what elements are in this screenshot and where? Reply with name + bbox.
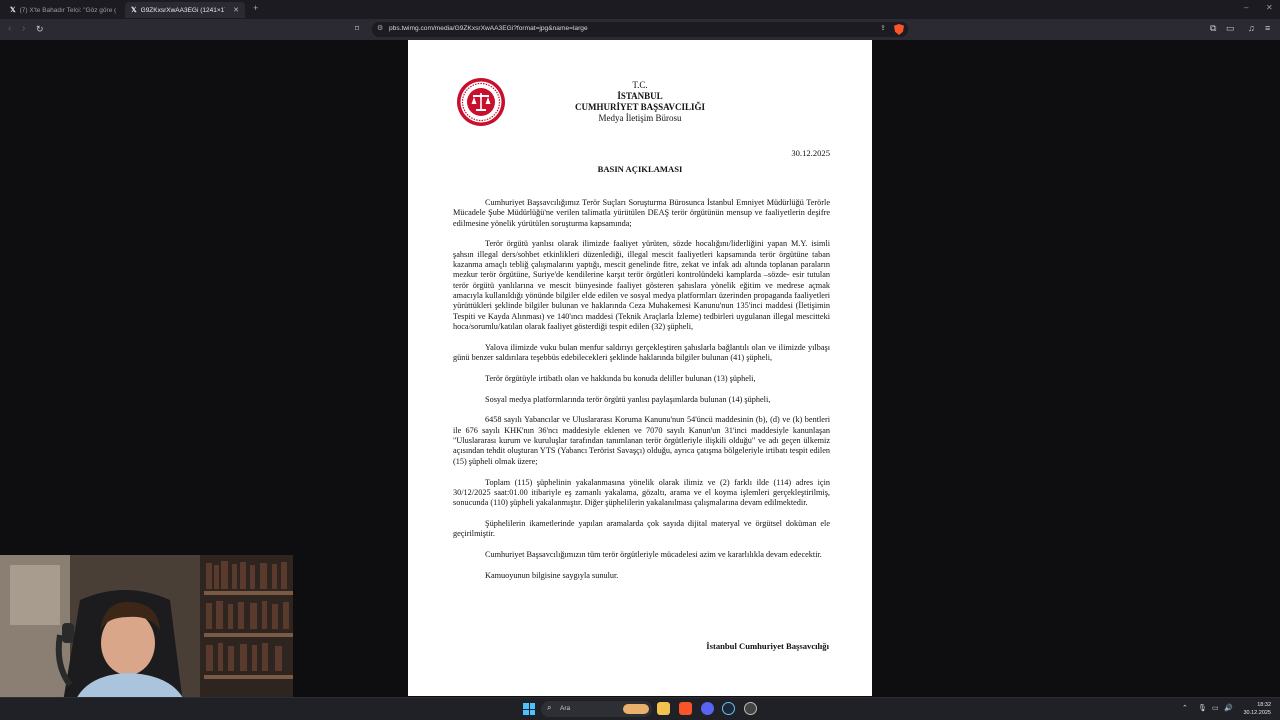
webcam-feed-image <box>0 555 293 720</box>
clock-time: 18:32 <box>1257 702 1271 708</box>
paragraph: Toplam (115) şüphelinin yakalanmasına yö… <box>453 477 830 508</box>
address-bar[interactable]: ⚙ pbs.twimg.com/media/G9ZKxsrXwAA3EGi?fo… <box>372 22 908 37</box>
steam-icon[interactable] <box>722 702 735 715</box>
microphone-icon[interactable]: 🎙 <box>1198 704 1207 712</box>
header-office: Medya İletişim Bürosu <box>598 113 682 123</box>
paragraph: 6458 sayılı Yabancılar ve Uluslararası K… <box>453 415 830 466</box>
document-date: 30.12.2025 <box>791 148 830 158</box>
brave-browser-icon[interactable] <box>679 702 692 715</box>
url-text[interactable]: pbs.twimg.com/media/G9ZKxsrXwAA3EGi?form… <box>389 25 588 32</box>
app-icon[interactable] <box>744 702 757 715</box>
extensions-icon[interactable]: ⧉ <box>1210 23 1216 34</box>
wallet-icon[interactable]: ▭ <box>1226 23 1235 34</box>
windows-start-icon[interactable] <box>523 703 535 715</box>
taskbar-search[interactable]: ⌕ Ara <box>541 701 652 717</box>
bookmark-icon[interactable]: ⌑ <box>355 24 359 33</box>
navigation-bar: ‹ › ↻ ⌑ ⚙ pbs.twimg.com/media/G9ZKxsrXwA… <box>0 19 1280 40</box>
site-info-icon[interactable]: ⚙ <box>377 24 383 32</box>
minimize-button[interactable]: – <box>1244 3 1248 12</box>
tab-strip: 𝕏 (7) X'te Bahadır Telci: "Göz göre göre… <box>0 0 1280 19</box>
chevron-up-icon[interactable]: ⌃ <box>1182 704 1188 712</box>
paragraph: Sosyal medya platformlarında terör örgüt… <box>485 394 771 404</box>
paragraph: Kamuoyunun bilgisine saygıyla sunulur. <box>485 570 619 580</box>
close-window-button[interactable]: ✕ <box>1266 3 1273 12</box>
network-icon[interactable]: ▭ <box>1212 704 1219 712</box>
header-city: İSTANBUL <box>617 91 663 101</box>
paragraph: Cumhuriyet Başsavcılığımızın tüm terör ö… <box>485 550 822 560</box>
search-icon: ⌕ <box>547 703 552 712</box>
reload-icon[interactable]: ↻ <box>36 23 44 35</box>
header-institution: CUMHURİYET BAŞSAVCILIĞI <box>575 102 705 112</box>
brave-shields-icon[interactable] <box>894 24 904 35</box>
media-icon[interactable]: ♫ <box>1248 23 1255 33</box>
header-tc: T.C. <box>632 80 648 90</box>
paragraph: Yalova ilimizde vuku bulan menfur saldır… <box>453 342 830 363</box>
clock-date: 30.12.2025 <box>1243 710 1271 716</box>
back-icon[interactable]: ‹ <box>8 23 11 35</box>
search-label: Ara <box>560 705 571 712</box>
tab-bahadir-telci[interactable]: 𝕏 (7) X'te Bahadır Telci: "Göz göre göre <box>4 2 122 18</box>
x-logo-icon: 𝕏 <box>10 7 16 14</box>
share-icon[interactable]: ⇪ <box>880 24 886 32</box>
tab-title: G9ZKxsrXwAA3EGi (1241×1755) <box>140 6 225 14</box>
forward-icon[interactable]: › <box>22 23 25 35</box>
paragraph: Terör örgütü yanlısı olarak ilimizde faa… <box>453 239 830 332</box>
search-highlight-image <box>623 704 649 714</box>
webcam-overlay <box>0 555 293 720</box>
discord-icon[interactable] <box>701 702 714 715</box>
file-explorer-icon[interactable] <box>657 702 670 715</box>
paragraph: Cumhuriyet Başsavcılığımız Terör Suçları… <box>453 198 830 228</box>
tab-image[interactable]: 𝕏 G9ZKxsrXwAA3EGi (1241×1755) ✕ <box>125 2 245 18</box>
press-release-document: T.C. İSTANBUL CUMHURİYET BAŞSAVCILIĞI Me… <box>408 40 872 696</box>
system-clock[interactable]: 18:32 30.12.2025 <box>1243 701 1271 717</box>
paragraph: Şüphelilerin ikametlerinde yapılan arama… <box>453 518 830 539</box>
x-logo-icon: 𝕏 <box>131 7 137 14</box>
new-tab-button[interactable]: + <box>253 3 258 13</box>
document-title: BASIN AÇIKLAMASI <box>597 164 683 174</box>
tab-title: (7) X'te Bahadır Telci: "Göz göre göre <box>19 6 116 14</box>
paragraph: Terör örgütüyle irtibatlı olan ve hakkın… <box>485 373 756 383</box>
document-body: Cumhuriyet Başsavcılığımız Terör Suçları… <box>453 198 830 592</box>
signature: İstanbul Cumhuriyet Başsavcılığı <box>706 641 829 651</box>
taskbar: ⌕ Ara ⌃ 🎙 ▭ 🔊 18:32 30.12.2025 <box>0 697 1280 720</box>
prosecutor-seal-icon <box>457 78 505 126</box>
volume-icon[interactable]: 🔊 <box>1224 704 1233 712</box>
close-icon[interactable]: ✕ <box>233 6 239 14</box>
menu-icon[interactable]: ≡ <box>1265 23 1270 33</box>
